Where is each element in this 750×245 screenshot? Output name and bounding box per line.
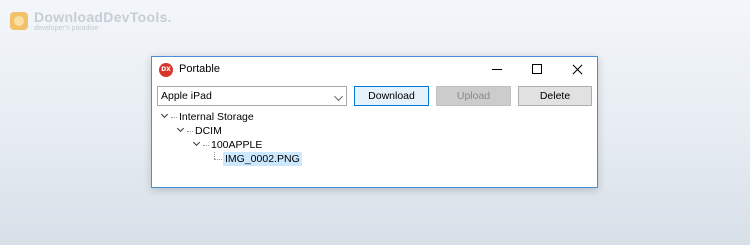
expand-chevron-icon[interactable] — [160, 110, 169, 119]
device-select[interactable]: Apple iPad — [157, 86, 347, 106]
app-logo-icon: DX — [159, 63, 173, 77]
watermark: DownloadDevTools. developer's paradise — [10, 9, 172, 33]
watermark-tagline: developer's paradise — [34, 25, 99, 32]
watermark-logo-icon — [10, 12, 28, 30]
tree-label: Internal Storage — [179, 111, 254, 123]
upload-button[interactable]: Upload — [436, 86, 511, 106]
maximize-button[interactable] — [517, 57, 557, 81]
title-bar[interactable]: DX Portable — [152, 57, 597, 83]
expand-chevron-icon[interactable] — [176, 124, 185, 133]
chevron-down-icon — [334, 92, 343, 101]
expand-chevron-icon[interactable] — [192, 138, 201, 147]
tree-label-selected: IMG_0002.PNG — [223, 152, 302, 166]
delete-button[interactable]: Delete — [518, 86, 592, 106]
minimize-icon — [492, 68, 502, 70]
window-title: Portable — [179, 63, 220, 75]
tree-label: 100APPLE — [211, 139, 263, 151]
close-icon — [572, 64, 583, 75]
watermark-title: DownloadDevTools. — [34, 9, 172, 25]
close-button[interactable] — [557, 57, 597, 81]
device-select-value: Apple iPad — [161, 90, 212, 102]
minimize-button[interactable] — [477, 57, 517, 81]
tree-label: DCIM — [195, 125, 222, 137]
maximize-icon — [532, 64, 542, 74]
download-button[interactable]: Download — [354, 86, 429, 106]
portable-window: DX Portable Apple iPad Download Upload D… — [151, 56, 598, 188]
